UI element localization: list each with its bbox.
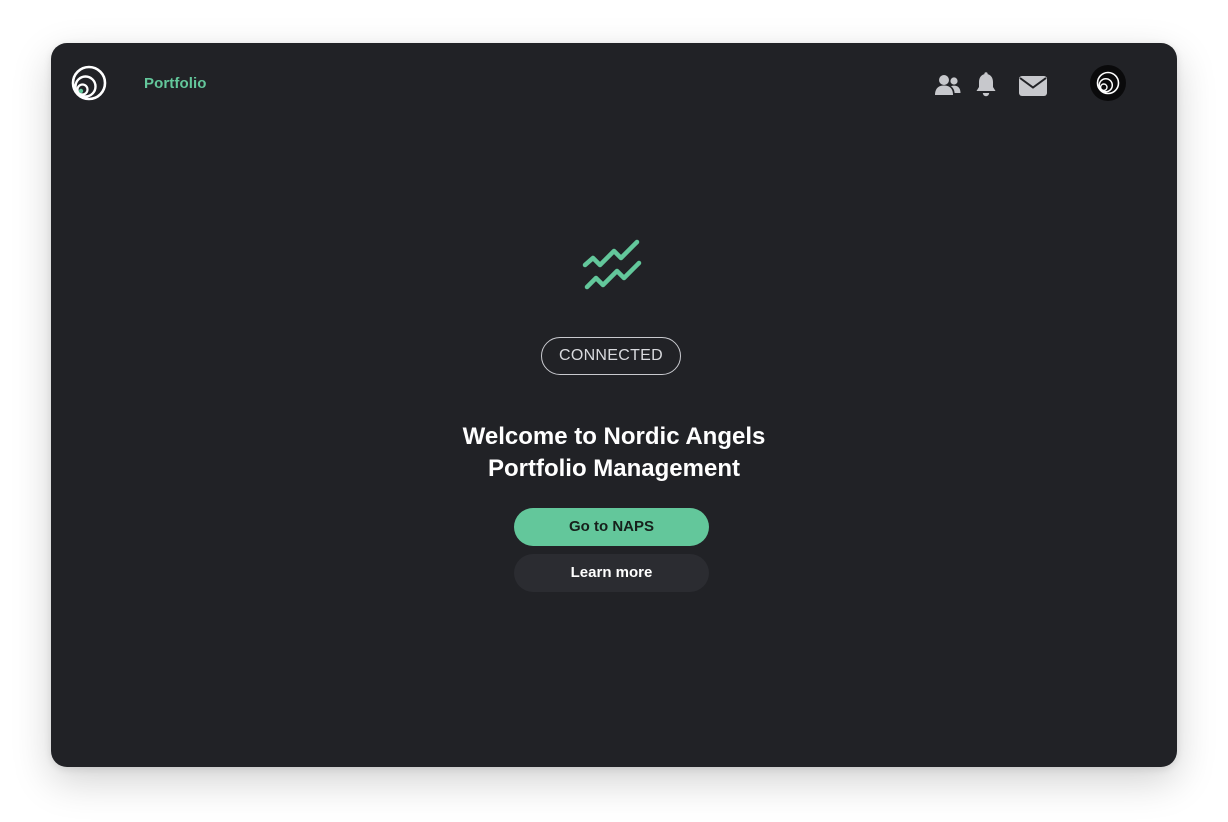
connection-status-badge: CONNECTED: [541, 337, 681, 375]
trend-up-icon: [581, 237, 643, 293]
app-window: Portfolio CONNECTED Welcome to Nordic An…: [51, 43, 1177, 767]
learn-more-button[interactable]: Learn more: [514, 554, 709, 592]
avatar-logo-icon: [1096, 71, 1120, 95]
nav-portfolio-link[interactable]: Portfolio: [144, 75, 207, 92]
top-navigation-bar: Portfolio: [51, 43, 1177, 127]
go-to-naps-button[interactable]: Go to NAPS: [514, 508, 709, 546]
welcome-heading-line-1: Welcome to Nordic Angels: [462, 423, 766, 450]
welcome-heading-line-2: Portfolio Management: [487, 455, 740, 482]
mail-icon[interactable]: [1018, 75, 1048, 97]
logo-icon[interactable]: [71, 65, 107, 101]
users-icon[interactable]: [935, 73, 961, 97]
welcome-heading: Welcome to Nordic Angels Portfolio Manag…: [51, 421, 1177, 485]
user-avatar[interactable]: [1090, 65, 1126, 101]
bell-icon[interactable]: [975, 72, 997, 98]
